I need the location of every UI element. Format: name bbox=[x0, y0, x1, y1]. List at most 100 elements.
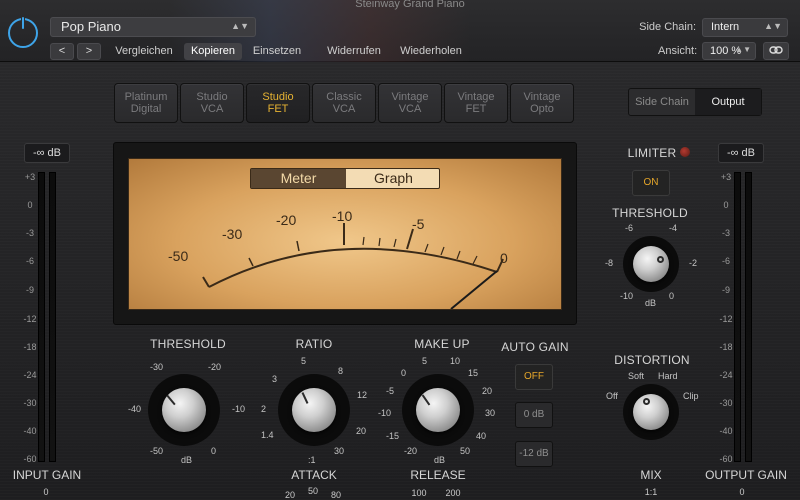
attack-tick: 80 bbox=[330, 490, 341, 500]
vu-label-minus30: -30 bbox=[222, 226, 243, 242]
meter-scale-label: -18 bbox=[23, 342, 37, 352]
threshold-knob[interactable] bbox=[162, 388, 206, 432]
meter-scale-label: -6 bbox=[721, 256, 730, 266]
model-vintage-fet[interactable]: Vintage FET bbox=[444, 83, 508, 123]
limiter-tick: -2 bbox=[689, 258, 698, 268]
chevron-updown-icon: ▲▼ bbox=[764, 21, 782, 31]
attack-title: ATTACK bbox=[291, 468, 337, 482]
side-chain-value: Intern bbox=[711, 21, 740, 33]
vu-view-toggle: Meter Graph bbox=[250, 168, 440, 189]
model-label-line2: FET bbox=[465, 103, 487, 115]
ratio-tick: 1.4 bbox=[261, 430, 274, 440]
zoom-selector[interactable]: 100 % ▲▼ bbox=[702, 42, 756, 60]
knob-pointer bbox=[166, 394, 176, 406]
vu-label-zero: 0 bbox=[500, 250, 508, 266]
makeup-knob[interactable] bbox=[416, 388, 460, 432]
input-gain-value[interactable]: 0 bbox=[36, 487, 56, 497]
previous-preset-button[interactable]: < bbox=[50, 43, 74, 60]
auto-gain-off-button[interactable]: OFF bbox=[515, 364, 553, 390]
view-label: Ansicht: bbox=[658, 45, 698, 57]
input-meter-right bbox=[49, 172, 56, 462]
makeup-title: MAKE UP bbox=[414, 337, 470, 351]
side-chain-selector[interactable]: Intern ▲▼ bbox=[702, 18, 788, 37]
model-studio-fet[interactable]: Studio FET bbox=[246, 83, 310, 123]
model-label-line1: Vintage bbox=[391, 91, 429, 103]
vu-label-minus50: -50 bbox=[168, 248, 189, 264]
attack-tick: 20 bbox=[284, 490, 295, 500]
meter-scale-label: +3 bbox=[720, 172, 732, 182]
ratio-tick: 30 bbox=[334, 446, 345, 456]
makeup-tick: 0 bbox=[401, 368, 407, 378]
copy-button[interactable]: Kopieren bbox=[184, 43, 242, 60]
auto-gain-minus12db-button[interactable]: -12 dB bbox=[515, 441, 553, 467]
limiter-tick: 0 bbox=[669, 291, 675, 301]
model-label-line2: VCA bbox=[398, 103, 422, 115]
ratio-knob[interactable] bbox=[292, 388, 336, 432]
chevron-updown-icon: ▲▼ bbox=[735, 45, 751, 54]
limiter-threshold-knob[interactable] bbox=[633, 246, 669, 282]
model-vintage-vca[interactable]: Vintage VCA bbox=[378, 83, 442, 123]
makeup-unit: dB bbox=[434, 455, 446, 465]
knob-pointer bbox=[643, 398, 650, 405]
power-button[interactable] bbox=[8, 16, 38, 48]
meter-scale-label: -12 bbox=[23, 314, 37, 324]
vu-label-minus20: -20 bbox=[276, 212, 297, 228]
limiter-on-button[interactable]: ON bbox=[632, 170, 670, 196]
undo-button[interactable]: Widerrufen bbox=[322, 43, 386, 60]
model-label-line1: Classic bbox=[326, 91, 362, 103]
output-view-button[interactable]: Output bbox=[695, 89, 761, 115]
meter-tab[interactable]: Meter bbox=[251, 169, 346, 188]
redo-button[interactable]: Wiederholen bbox=[394, 43, 468, 60]
threshold-tick: 0 bbox=[211, 446, 217, 456]
ratio-tick: 5 bbox=[301, 356, 307, 366]
makeup-tick: 20 bbox=[482, 386, 493, 396]
instrument-title: Steinway Grand Piano bbox=[355, 0, 465, 10]
distortion-knob[interactable] bbox=[633, 394, 669, 430]
output-gain-value[interactable]: 0 bbox=[732, 487, 752, 497]
knob-pointer bbox=[301, 392, 309, 404]
makeup-tick: 40 bbox=[476, 431, 487, 441]
model-classic-vca[interactable]: Classic VCA bbox=[312, 83, 376, 123]
auto-gain-0db-button[interactable]: 0 dB bbox=[515, 402, 553, 428]
graph-tab[interactable]: Graph bbox=[346, 169, 441, 188]
makeup-tick: 10 bbox=[450, 356, 461, 366]
model-vintage-opto[interactable]: Vintage Opto bbox=[510, 83, 574, 123]
ratio-tick: 20 bbox=[356, 426, 367, 436]
threshold-tick: -20 bbox=[208, 362, 222, 372]
model-label-line2: FET bbox=[267, 103, 289, 115]
compare-button[interactable]: Vergleichen bbox=[110, 43, 178, 60]
next-preset-button[interactable]: > bbox=[77, 43, 101, 60]
model-label-line2: Opto bbox=[530, 103, 554, 115]
meter-scale-label: -30 bbox=[23, 398, 37, 408]
ratio-tick: 2 bbox=[261, 404, 267, 414]
ratio-title: RATIO bbox=[295, 337, 333, 351]
attack-tick: 50 bbox=[307, 486, 318, 496]
link-button[interactable] bbox=[763, 42, 789, 60]
model-label-line1: Platinum bbox=[124, 91, 168, 103]
model-label-line1: Vintage bbox=[523, 91, 561, 103]
ratio-tick: 3 bbox=[272, 374, 278, 384]
meter-scale-label: -24 bbox=[23, 370, 37, 380]
meter-scale-label: -12 bbox=[719, 314, 733, 324]
mix-value[interactable]: 1:1 bbox=[636, 487, 666, 497]
release-tick: 100 bbox=[411, 488, 427, 498]
plugin-header: Steinway Grand Piano Pop Piano ▲▼ < > Ve… bbox=[0, 0, 800, 62]
side-chain-view-button[interactable]: Side Chain bbox=[629, 89, 695, 115]
paste-button[interactable]: Einsetzen bbox=[248, 43, 306, 60]
meter-scale-label: -18 bbox=[719, 342, 733, 352]
makeup-tick: 50 bbox=[460, 446, 471, 456]
meter-scale-label: +3 bbox=[24, 172, 36, 182]
limiter-tick: -4 bbox=[669, 223, 678, 233]
meter-scale-label: -9 bbox=[25, 285, 34, 295]
preset-name: Pop Piano bbox=[61, 19, 121, 34]
link-icon bbox=[769, 46, 783, 54]
mix-title: MIX bbox=[640, 468, 662, 482]
distortion-tick: Clip bbox=[683, 391, 699, 401]
preset-selector[interactable]: Pop Piano ▲▼ bbox=[50, 17, 256, 37]
input-level-readout: -∞ dB bbox=[24, 143, 70, 163]
model-studio-vca[interactable]: Studio VCA bbox=[180, 83, 244, 123]
makeup-tick: -10 bbox=[378, 408, 392, 418]
chevron-updown-icon: ▲▼ bbox=[231, 21, 249, 31]
model-platinum-digital[interactable]: Platinum Digital bbox=[114, 83, 178, 123]
distortion-tick: Soft bbox=[628, 371, 645, 381]
